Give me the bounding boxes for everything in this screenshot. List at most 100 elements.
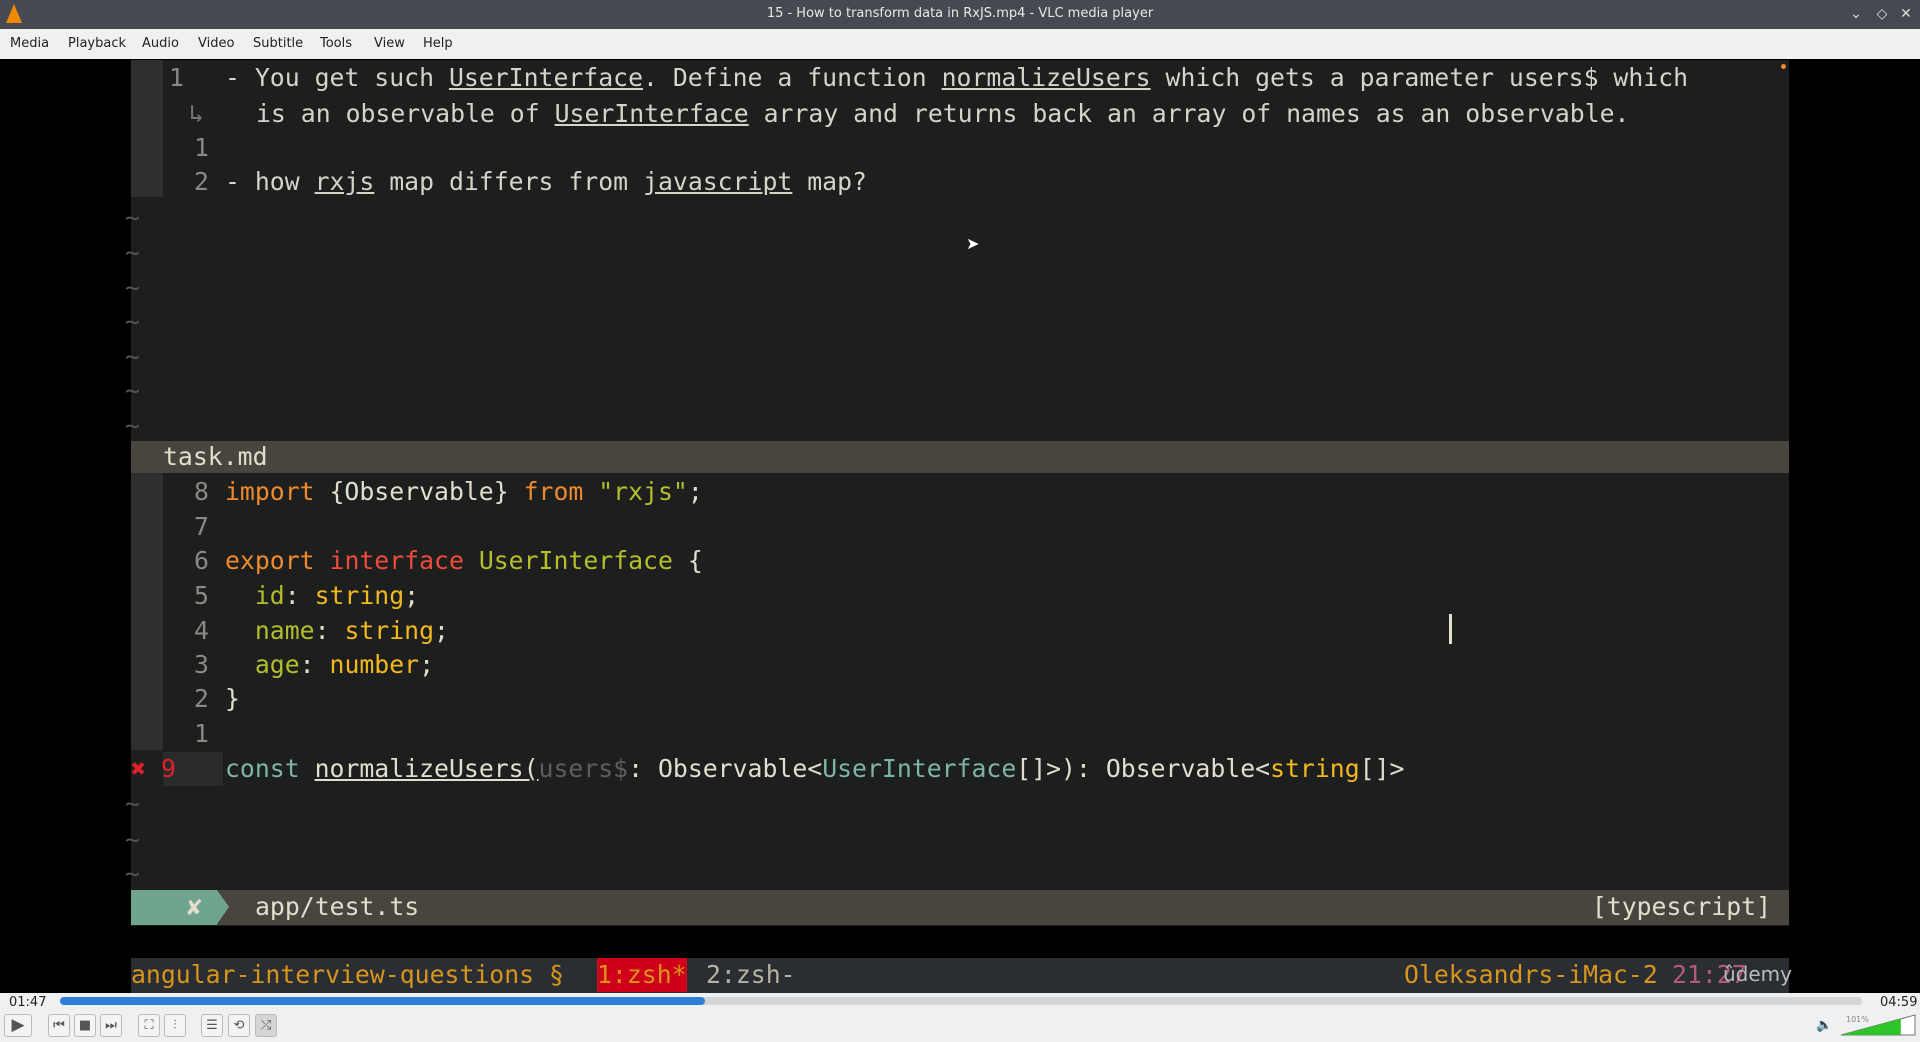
tilde-empty-line: ~ <box>125 273 140 302</box>
code-token: []>): Observable< <box>1016 754 1271 783</box>
line-number: 1 <box>169 63 184 92</box>
menu-audio[interactable]: Audio <box>142 36 179 51</box>
line-number: 5 <box>194 581 209 610</box>
previous-button[interactable]: ⏮ <box>48 1014 70 1037</box>
code-line: age: number; <box>225 648 434 682</box>
code-token: is an observable of <box>256 99 555 128</box>
tmux-session: angular-interview-questions § <box>131 960 564 989</box>
code-line: export interface UserInterface { <box>225 544 703 578</box>
code-token: import <box>225 477 315 506</box>
code-token: : <box>314 616 345 645</box>
code-token: UserInterface <box>448 63 644 92</box>
line-number: 9 <box>161 754 176 783</box>
error-sign-icon: ✖ <box>131 754 146 783</box>
udemy-watermark: ûdemy <box>1723 962 1792 986</box>
status-bar-bottom: ✘ app/test.ts [typescript] <box>131 890 1789 925</box>
gutter-strip <box>131 60 163 197</box>
tilde-empty-line: ~ <box>125 203 140 232</box>
code-token: from <box>523 477 584 506</box>
code-line: is an observable of UserInterface array … <box>256 97 1629 131</box>
code-token: users$ <box>538 754 629 783</box>
code-token: } <box>225 684 240 713</box>
menu-view[interactable]: View <box>374 36 405 51</box>
code-line: name: string; <box>225 614 449 648</box>
code-line: id: string; <box>225 579 419 613</box>
line-number: 7 <box>194 512 209 541</box>
code-token: - how <box>225 167 315 196</box>
scroll-marker <box>1781 64 1786 69</box>
code-token: string <box>344 616 435 645</box>
play-button[interactable]: ▶ <box>4 1014 32 1037</box>
tilde-empty-line: ~ <box>125 342 140 371</box>
player-controls: 01:47 04:59 ▶ ⏮ ■ ⏭ ⛶ ⫶ ☰ ⟲ ⤮ 🔈 101% <box>0 993 1920 1042</box>
wrap-indicator-icon: ↳ <box>189 99 204 128</box>
status-bar-top: task.md <box>131 441 1789 473</box>
tilde-empty-line: ~ <box>125 825 140 854</box>
menu-tools[interactable]: Tools <box>320 36 352 51</box>
maximize-icon[interactable]: ◇ <box>1872 4 1892 24</box>
seek-slider[interactable] <box>60 997 1862 1005</box>
code-line: import {Observable} from "rxjs"; <box>225 475 703 509</box>
tilde-empty-line: ~ <box>125 859 140 888</box>
menu-media[interactable]: Media <box>10 36 49 51</box>
menu-help[interactable]: Help <box>423 36 453 51</box>
code-line: const normalizeUsers(users$: Observable<… <box>225 752 1404 786</box>
video-area[interactable]: 1- You get such UserInterface. Define a … <box>0 59 1920 993</box>
menu-subtitle[interactable]: Subtitle <box>253 36 303 51</box>
code-token: - You get such <box>225 63 449 92</box>
code-token: export <box>225 546 315 575</box>
line-number: 2 <box>194 684 209 713</box>
code-token: []> <box>1359 754 1405 783</box>
menu-playback[interactable]: Playback <box>68 36 126 51</box>
volume-icon[interactable]: 🔈 <box>1816 1018 1832 1033</box>
volume-fill <box>1841 1018 1901 1035</box>
top-filename: task.md <box>163 442 268 471</box>
menu-bar: Media Playback Audio Video Subtitle Tool… <box>0 29 1920 59</box>
vim-editor: 1- You get such UserInterface. Define a … <box>125 60 1789 926</box>
minimize-icon[interactable]: ⌄ <box>1846 4 1866 24</box>
code-token: normalizeUsers <box>941 63 1151 92</box>
line-number: 1 <box>194 133 209 162</box>
tmux-window-2: 2:zsh- <box>706 960 796 989</box>
tilde-empty-line: ~ <box>125 411 140 440</box>
code-token: string <box>1270 754 1360 783</box>
code-token: : Observable< <box>628 754 823 783</box>
window-title: 15 - How to transform data in RxJS.mp4 -… <box>766 6 1154 21</box>
line-number: 4 <box>194 616 209 645</box>
random-button[interactable]: ⤮ <box>255 1014 277 1037</box>
code-line: } <box>225 682 240 716</box>
code-token: ; <box>419 650 435 679</box>
menu-video[interactable]: Video <box>198 36 234 51</box>
code-token: map? <box>792 167 867 196</box>
code-token: UserInterface <box>478 546 673 575</box>
code-token: UserInterface <box>554 99 749 128</box>
tmux-hostname: Oleksandrs-iMac-2 <box>1404 960 1658 989</box>
playlist-button[interactable]: ☰ <box>201 1014 223 1037</box>
volume-slider[interactable] <box>1840 1014 1916 1036</box>
extended-settings-button[interactable]: ⫶ <box>164 1014 186 1037</box>
close-icon[interactable]: ✕ <box>1896 4 1916 24</box>
mouse-pointer-icon: ➤ <box>966 234 980 253</box>
error-mode-icon: ✘ <box>187 892 202 921</box>
loop-button[interactable]: ⟲ <box>228 1014 250 1037</box>
code-token: number <box>329 650 420 679</box>
next-button[interactable]: ⏭ <box>100 1014 122 1037</box>
stop-button[interactable]: ■ <box>74 1014 96 1037</box>
code-token: interface <box>329 546 464 575</box>
line-number: 3 <box>194 650 209 679</box>
fullscreen-button[interactable]: ⛶ <box>138 1014 160 1037</box>
filetype: [typescript] <box>1591 892 1771 921</box>
code-token: normalizeUsers( <box>314 754 539 783</box>
line-number: 6 <box>194 546 209 575</box>
code-token: id <box>225 581 285 610</box>
powerline-arrow <box>217 890 229 924</box>
tilde-empty-line: ~ <box>125 238 140 267</box>
gutter-strip <box>131 473 163 750</box>
code-token: array and returns back an array of names… <box>748 99 1630 128</box>
code-token: ; <box>687 477 703 506</box>
code-token: "rxjs" <box>583 477 688 506</box>
code-token: . Define a function <box>643 63 942 92</box>
code-token: which gets a parameter users$ which <box>1150 63 1689 92</box>
code-token: UserInterface <box>822 754 1017 783</box>
